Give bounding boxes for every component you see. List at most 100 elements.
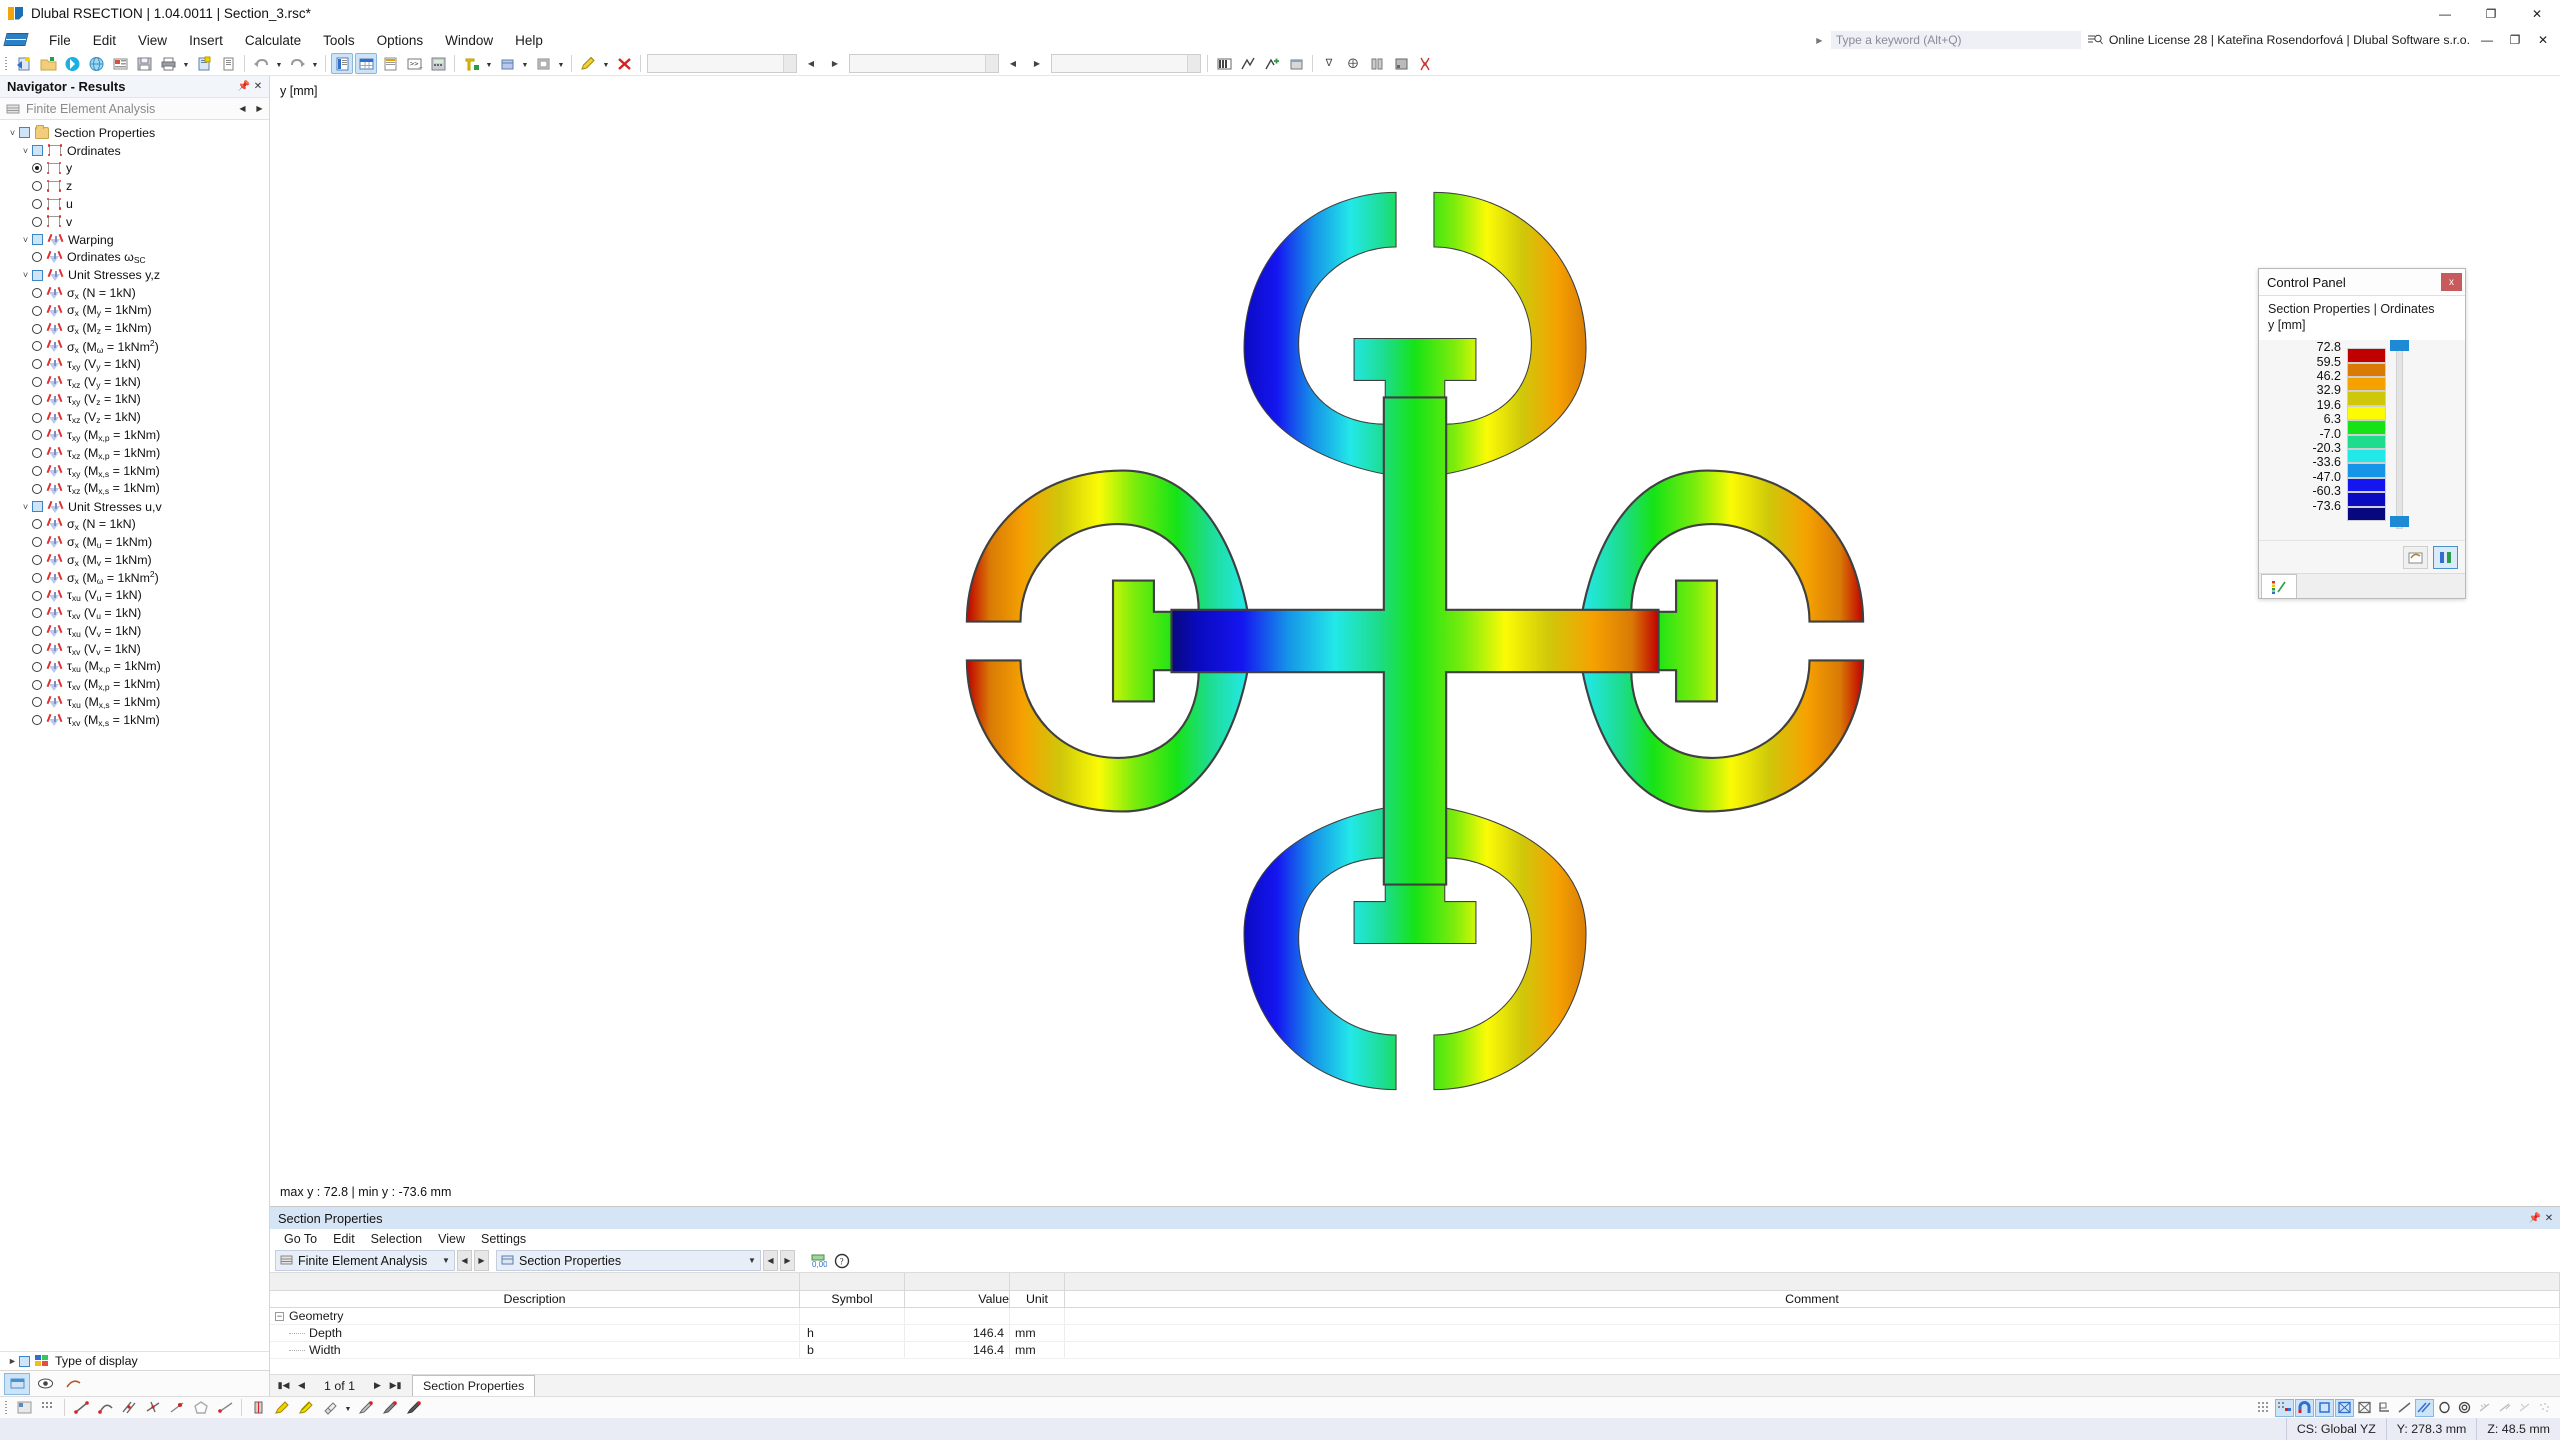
table-menu-view[interactable]: View	[430, 1230, 473, 1248]
expand-icon[interactable]: ˅	[19, 267, 32, 283]
radio-button[interactable]	[32, 608, 42, 619]
grid-display-icon[interactable]	[2255, 1399, 2274, 1417]
checkbox[interactable]	[32, 234, 43, 246]
tree-item-group[interactable]: ˅ Warping	[0, 231, 269, 249]
radio-button[interactable]	[32, 661, 42, 672]
tree-item-result[interactable]: τxy (Vz = 1kN)	[0, 391, 269, 409]
radio-button[interactable]	[32, 679, 42, 690]
radio-button[interactable]	[32, 448, 42, 459]
search-input[interactable]: Type a keyword (Alt+Q)	[1830, 31, 2081, 49]
table-menu-go-to[interactable]: Go To	[276, 1230, 325, 1248]
column-header-value[interactable]: Value	[905, 1291, 1010, 1307]
radio-button[interactable]	[32, 305, 42, 316]
trace-2-icon[interactable]	[2495, 1399, 2514, 1417]
search-expand-icon[interactable]: ▶	[1814, 36, 1825, 45]
new-section-icon[interactable]	[460, 53, 482, 74]
radio-button[interactable]	[32, 715, 42, 726]
radio-button[interactable]	[32, 644, 42, 654]
menu-view[interactable]: View	[127, 30, 178, 51]
edit-part-icon[interactable]	[295, 1397, 317, 1418]
menu-tools[interactable]: Tools	[312, 30, 366, 51]
toolbar-combo-3[interactable]	[1051, 54, 1201, 73]
column-header-unit[interactable]: Unit	[1010, 1291, 1065, 1307]
prev-item-2-icon[interactable]: ◀	[1002, 53, 1024, 74]
tree-item-group[interactable]: ˅ Ordinates	[0, 142, 269, 160]
radio-button[interactable]	[32, 430, 42, 441]
table-menu-selection[interactable]: Selection	[363, 1230, 430, 1248]
arc-tool-icon[interactable]	[94, 1397, 116, 1418]
doc-close-button[interactable]: ✕	[2532, 26, 2554, 54]
tree-item-result[interactable]: v	[0, 213, 269, 231]
grid-snap-icon[interactable]	[37, 1397, 59, 1418]
grid-snap-toggle-icon[interactable]	[2275, 1398, 2294, 1417]
analysis-next-button[interactable]: ▶	[474, 1250, 489, 1271]
radio-button[interactable]	[32, 519, 42, 530]
table-row[interactable]: Depth h 146.4 mm	[270, 1325, 2560, 1342]
toolbar-combo-2[interactable]	[849, 54, 999, 73]
column-header-comment[interactable]: Comment	[1065, 1291, 2560, 1307]
menu-help[interactable]: Help	[504, 30, 554, 51]
color-settings-icon[interactable]	[2403, 545, 2428, 569]
expand-icon[interactable]: ►	[6, 1353, 19, 1369]
tree-item-result[interactable]: τxv (Mx,s = 1kNm)	[0, 711, 269, 729]
radio-button[interactable]	[32, 199, 42, 210]
parallel-lines-icon[interactable]	[118, 1397, 140, 1418]
tree-item-result[interactable]: σx (Mω = 1kNm2)	[0, 569, 269, 587]
tree-item-result[interactable]: τxy (Mx,s = 1kNm)	[0, 462, 269, 480]
next-item-2-icon[interactable]: ▶	[1026, 53, 1048, 74]
decimal-places-icon[interactable]: 0,00	[807, 1250, 829, 1271]
toolbar-grip[interactable]	[3, 55, 9, 73]
ortho-icon[interactable]	[2315, 1398, 2334, 1417]
table-menu-edit[interactable]: Edit	[325, 1230, 363, 1248]
tree-item-result[interactable]: σx (Mz = 1kNm)	[0, 320, 269, 338]
edit-section-dropdown-icon[interactable]: ▼	[600, 53, 612, 74]
trace-3-icon[interactable]	[2515, 1399, 2534, 1417]
pen-2-icon[interactable]	[379, 1397, 401, 1418]
dlubal-center-icon[interactable]	[61, 53, 83, 74]
tree-item-result[interactable]: τxv (Vv = 1kN)	[0, 640, 269, 658]
menu-window[interactable]: Window	[434, 30, 504, 51]
edit-section-icon[interactable]	[577, 53, 599, 74]
show-results-icon[interactable]	[1237, 53, 1259, 74]
navigator-prev-icon[interactable]: ◀	[237, 101, 248, 117]
perpendicular-icon[interactable]	[142, 1397, 164, 1418]
tree-item-result[interactable]: σx (N = 1kN)	[0, 284, 269, 302]
help-icon[interactable]: ?	[831, 1250, 853, 1271]
results-plus-icon[interactable]	[1261, 53, 1283, 74]
tree-item-result[interactable]: τxu (Mx,s = 1kNm)	[0, 694, 269, 712]
radio-button[interactable]	[32, 483, 42, 494]
maximize-button[interactable]: ❐	[2468, 0, 2514, 28]
control-panel-close-button[interactable]: x	[2441, 273, 2462, 291]
material-dropdown-icon[interactable]: ▼	[519, 53, 531, 74]
menu-edit[interactable]: Edit	[82, 30, 127, 51]
snap-polygon-icon[interactable]	[190, 1397, 212, 1418]
checkbox[interactable]	[19, 1355, 30, 1367]
coordinate-system-icon[interactable]	[2375, 1399, 2394, 1417]
print-dropdown-icon[interactable]: ▼	[180, 53, 192, 74]
first-page-button[interactable]: ▮◀	[276, 1378, 291, 1394]
trace-1-icon[interactable]	[2475, 1399, 2494, 1417]
color-scale-slider-track[interactable]	[2396, 348, 2403, 530]
bottom-toolbar-grip[interactable]	[3, 1399, 9, 1417]
navigator-pin-icon[interactable]: 📌	[237, 80, 251, 94]
radio-button[interactable]	[32, 572, 42, 583]
settings-v-icon[interactable]: ∇	[1318, 53, 1340, 74]
radio-button[interactable]	[32, 288, 42, 299]
undo-icon[interactable]	[250, 53, 272, 74]
new-section-dropdown-icon[interactable]: ▼	[483, 53, 495, 74]
color-scale-handle-top[interactable]	[2390, 340, 2409, 352]
delete-icon[interactable]	[613, 53, 635, 74]
table-row[interactable]: − Geometry	[270, 1308, 2560, 1325]
tree-item-result[interactable]: τxz (Vy = 1kN)	[0, 373, 269, 391]
radio-button[interactable]	[32, 590, 42, 601]
next-page-button[interactable]: ▶	[370, 1378, 385, 1394]
analysis-prev-button[interactable]: ◀	[457, 1250, 472, 1271]
concentric-icon[interactable]	[2455, 1399, 2474, 1417]
tree-item-result[interactable]: σx (N = 1kN)	[0, 516, 269, 534]
table-menu-settings[interactable]: Settings	[473, 1230, 534, 1248]
analysis-type-combo[interactable]: Finite Element Analysis ▼	[275, 1250, 455, 1271]
column-header-symbol[interactable]: Symbol	[800, 1291, 905, 1307]
expand-icon[interactable]: ˅	[19, 499, 32, 515]
tree-item-result[interactable]: y	[0, 160, 269, 178]
color-scale[interactable]: 72.8 59.5 46.2 32.9 19.6 6.3 -7.0 -20.3 -33.6 -47…	[2259, 340, 2465, 541]
